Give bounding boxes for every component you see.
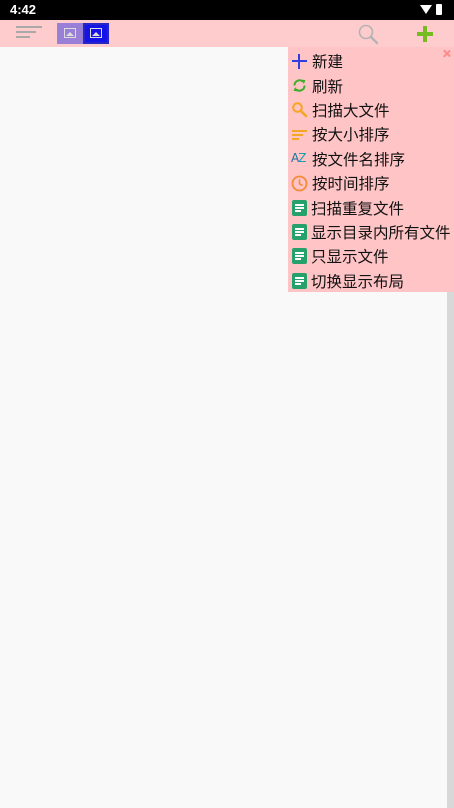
search-icon xyxy=(292,102,308,118)
menu-item-label: 扫描重复文件 xyxy=(311,199,405,218)
menu-item-label: 按时间排序 xyxy=(312,175,390,194)
search-icon[interactable] xyxy=(357,23,379,45)
menu-item-sort-by-time[interactable]: 按时间排序 xyxy=(288,171,454,195)
menu-item-files-only[interactable]: 只显示文件 xyxy=(288,244,454,268)
document-icon xyxy=(292,272,307,289)
add-icon[interactable] xyxy=(416,25,434,43)
sort-lines-icon[interactable] xyxy=(16,26,42,42)
overflow-menu: 新建 刷新 扫描大文件 按大小排序 AZ 按文件名排序 按时间排序 扫描重复文件… xyxy=(288,47,454,292)
menu-item-label: 显示目录内所有文件 xyxy=(311,223,451,242)
status-time: 4:42 xyxy=(10,2,37,17)
menu-item-label: 扫描大文件 xyxy=(312,101,390,120)
document-icon xyxy=(292,248,307,265)
menu-item-sort-by-size[interactable]: 按大小排序 xyxy=(288,122,454,146)
menu-item-sort-by-name[interactable]: AZ 按文件名排序 xyxy=(288,147,454,171)
menu-item-label: 新建 xyxy=(312,53,344,72)
menu-item-label: 切换显示布局 xyxy=(311,272,405,291)
document-icon xyxy=(292,223,307,240)
menu-item-scan-duplicates[interactable]: 扫描重复文件 xyxy=(288,195,454,219)
toolbar xyxy=(0,20,454,47)
menu-item-label: 只显示文件 xyxy=(311,248,389,267)
menu-item-scan-large-files[interactable]: 扫描大文件 xyxy=(288,98,454,122)
grid-view-icon[interactable] xyxy=(57,23,83,44)
wifi-icon xyxy=(420,5,432,14)
menu-item-label: 刷新 xyxy=(312,77,344,96)
clock-icon xyxy=(291,175,308,192)
menu-item-toggle-layout[interactable]: 切换显示布局 xyxy=(288,269,454,293)
menu-item-refresh[interactable]: 刷新 xyxy=(288,73,454,97)
plus-icon xyxy=(291,53,308,70)
sort-lines-icon xyxy=(291,126,308,143)
document-icon xyxy=(292,199,307,216)
battery-icon xyxy=(436,4,442,15)
list-view-icon[interactable] xyxy=(83,23,109,44)
refresh-icon xyxy=(293,79,306,92)
az-sort-icon: AZ xyxy=(291,151,306,166)
status-bar: 4:42 xyxy=(0,0,454,20)
menu-item-label: 按文件名排序 xyxy=(312,150,406,169)
menu-item-new[interactable]: 新建 xyxy=(288,49,454,73)
menu-item-label: 按大小排序 xyxy=(312,126,390,145)
menu-item-show-all-files[interactable]: 显示目录内所有文件 xyxy=(288,220,454,244)
